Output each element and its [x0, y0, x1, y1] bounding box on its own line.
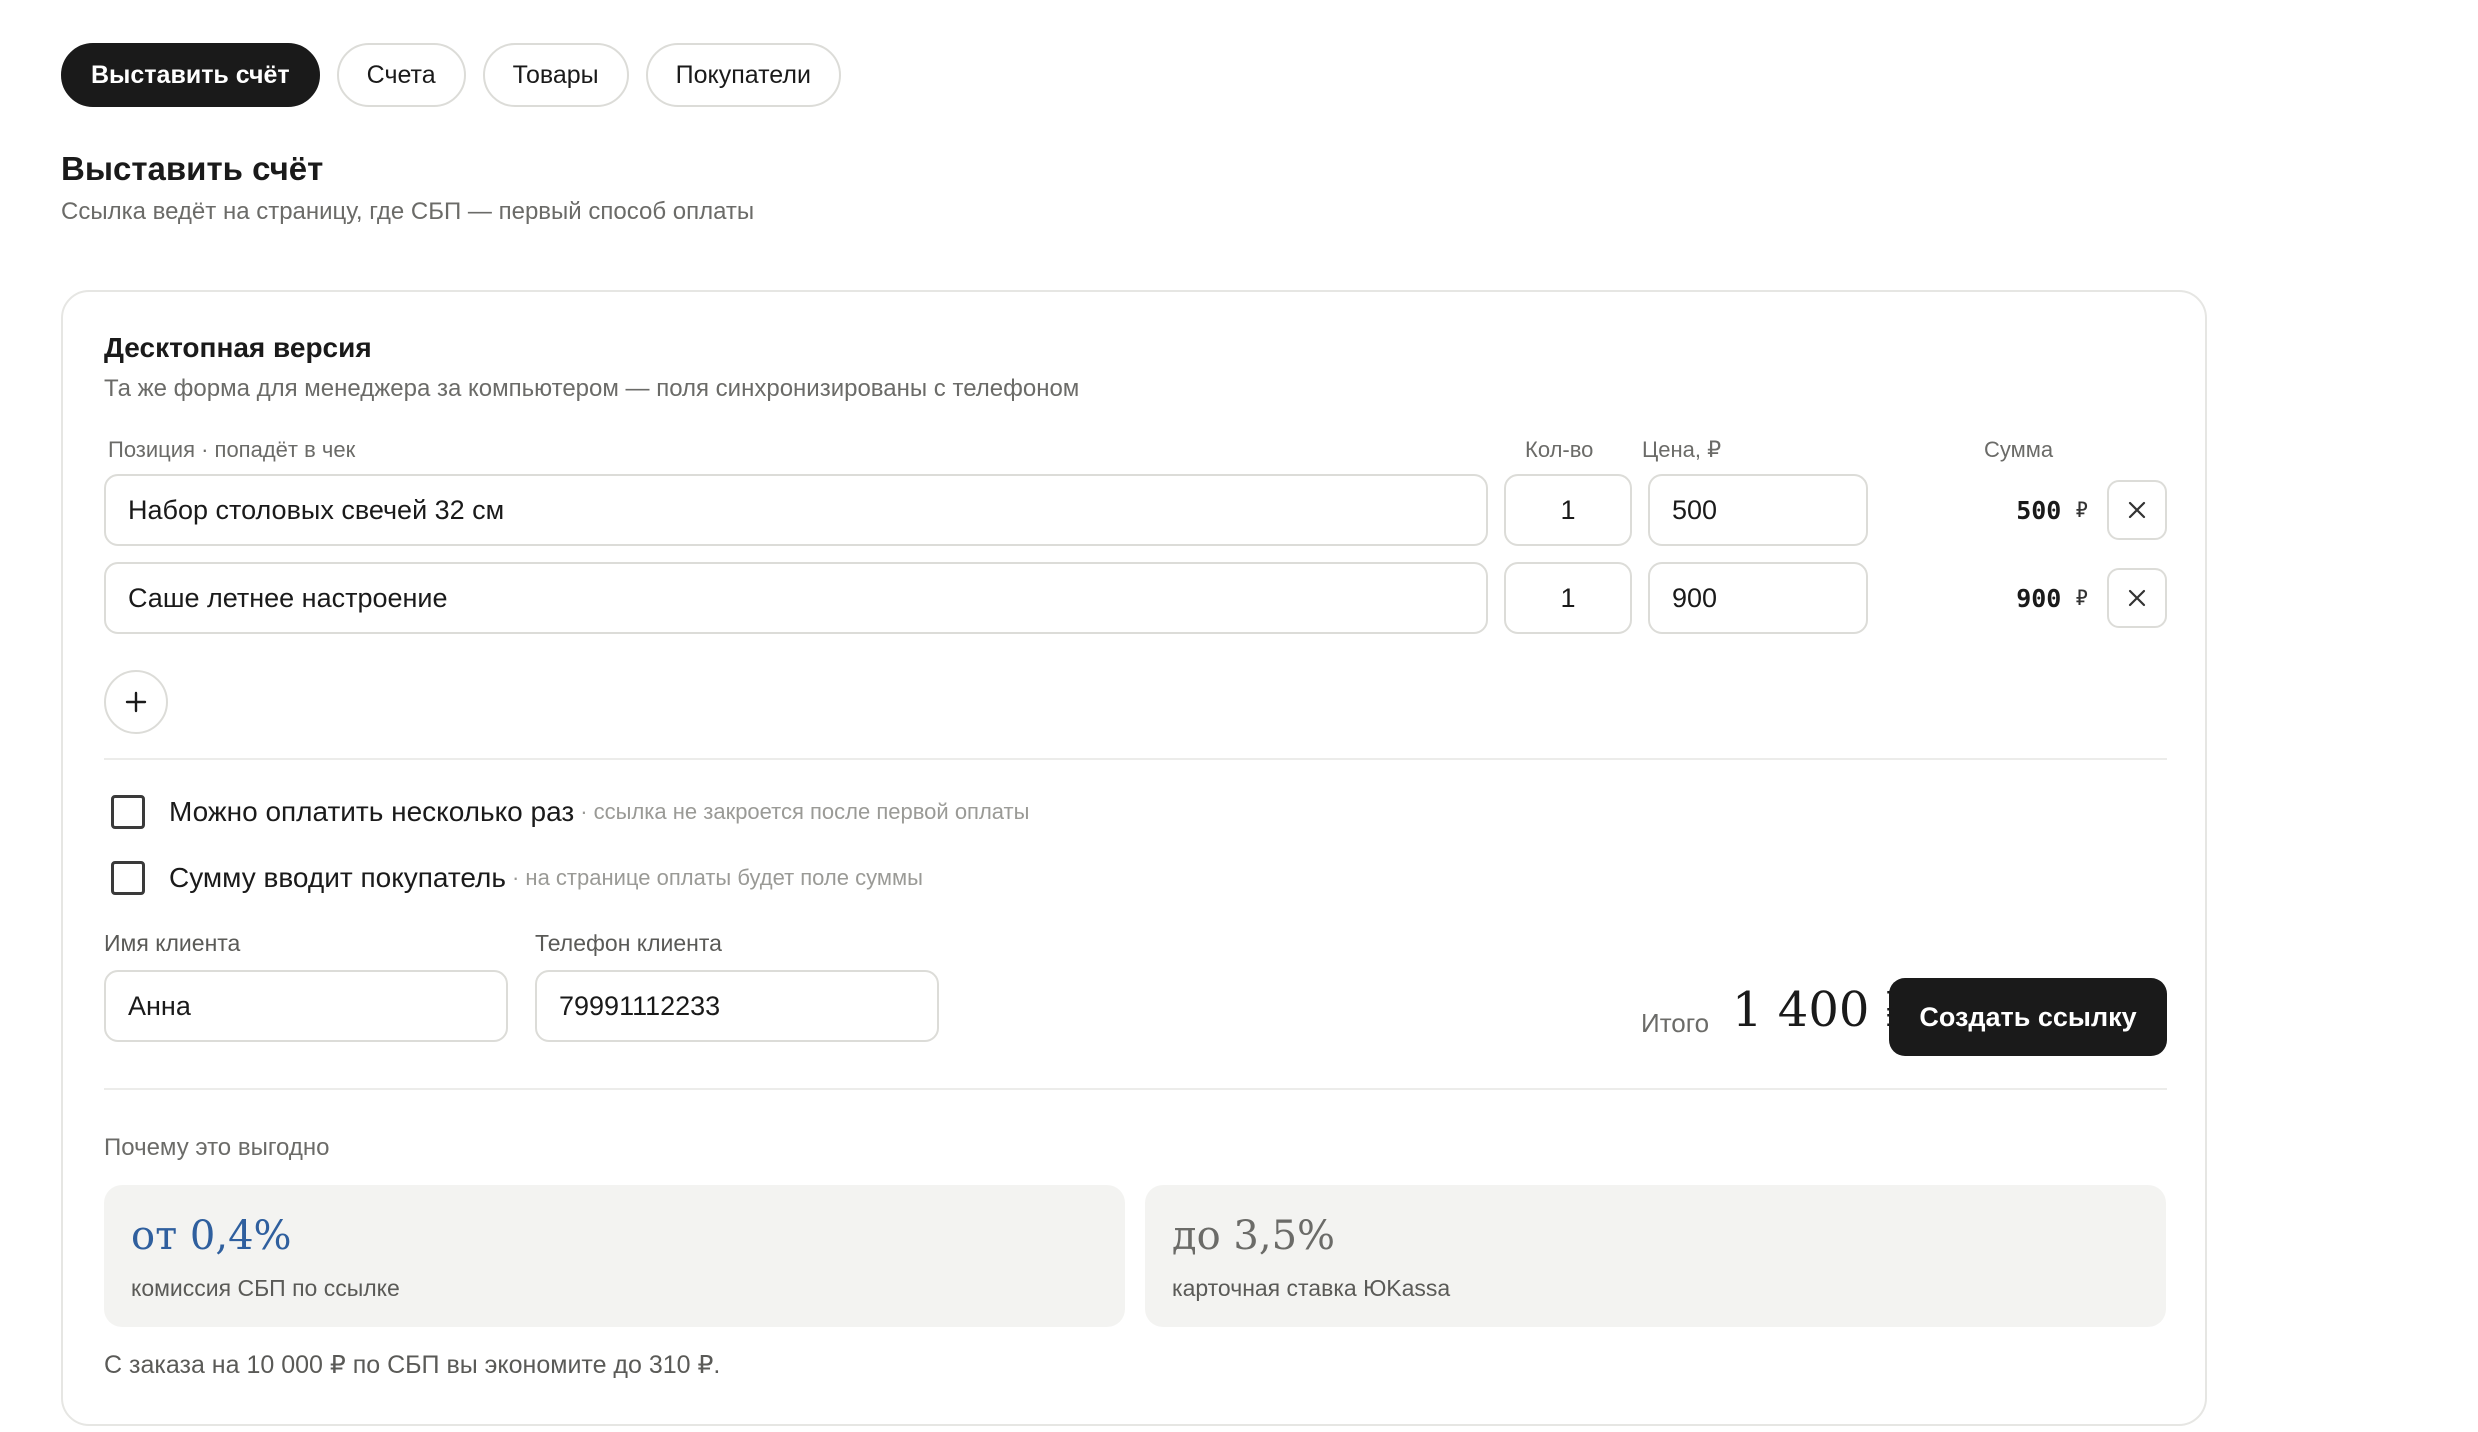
benefit-value: от 0,4% [131, 1213, 292, 1259]
option-label: Сумму вводит покупатель [169, 862, 506, 893]
tab-products[interactable]: Товары [482, 43, 629, 107]
item-sum-value: 900 [2016, 583, 2062, 613]
option-hint: · ссылка не закроется после первой оплат… [580, 799, 1030, 824]
option-buyer-enters-amount[interactable]: Сумму вводит покупатель · на странице оп… [111, 861, 923, 895]
tab-create-invoice[interactable]: Выставить счёт [61, 43, 320, 107]
item-sum-value: 500 [2016, 495, 2062, 525]
desktop-version-card: Десктопная версия Та же форма для менедж… [61, 290, 2207, 1426]
add-item-button[interactable] [104, 670, 168, 734]
benefit-value: до 3,5% [1172, 1213, 1336, 1259]
plus-icon [125, 691, 147, 713]
item-qty-input[interactable]: 1 [1504, 474, 1632, 546]
why-title: Почему это выгодно [104, 1134, 330, 1161]
page-subtitle: Ссылка ведёт на страницу, где СБП — перв… [61, 198, 755, 225]
client-name-label: Имя клиента [104, 930, 241, 956]
column-header-price: Цена, ₽ [1642, 437, 1722, 462]
total-value: 1 400 ₽ [1732, 982, 1916, 1038]
item-name-input[interactable]: Набор столовых свечей 32 см [104, 474, 1488, 546]
close-icon [2128, 589, 2146, 607]
item-price-input[interactable]: 500 [1648, 474, 1868, 546]
item-sum-currency: ₽ [2075, 498, 2088, 522]
item-sum-currency: ₽ [2075, 586, 2088, 610]
column-header-sum: Сумма [1984, 437, 2054, 462]
benefit-caption: карточная ставка ЮKassa [1172, 1275, 1451, 1301]
remove-item-button[interactable] [2107, 568, 2167, 628]
divider [104, 758, 2167, 760]
option-label: Можно оплатить несколько раз [169, 796, 575, 827]
item-sum: 900 ₽ [2016, 562, 2088, 634]
card-title: Десктопная версия [104, 332, 372, 363]
client-name-input[interactable]: Анна [104, 970, 508, 1042]
column-header-position: Позиция · попадёт в чек [108, 437, 356, 462]
item-name-input[interactable]: Саше летнее настроение [104, 562, 1488, 634]
benefit-caption: комиссия СБП по ссылке [131, 1275, 400, 1301]
remove-item-button[interactable] [2107, 480, 2167, 540]
divider [104, 1088, 2167, 1090]
total-label: Итого [1641, 1008, 1710, 1038]
tab-customers[interactable]: Покупатели [645, 43, 841, 107]
close-icon [2128, 501, 2146, 519]
item-sum: 500 ₽ [2016, 474, 2088, 546]
item-price-input[interactable]: 900 [1648, 562, 1868, 634]
option-multiple-payments[interactable]: Можно оплатить несколько раз · ссылка не… [111, 795, 1029, 829]
item-qty-input[interactable]: 1 [1504, 562, 1632, 634]
benefit-sbp: от 0,4% комиссия СБП по ссылке [104, 1185, 1125, 1327]
tab-invoices[interactable]: Счета [336, 43, 466, 107]
benefit-card-rate: до 3,5% карточная ставка ЮKassa [1145, 1185, 2166, 1327]
top-nav: Выставить счёт Счета Товары Покупатели [61, 43, 841, 107]
checkbox[interactable] [111, 861, 145, 895]
client-phone-input[interactable]: 79991112233 [535, 970, 939, 1042]
card-subtitle: Та же форма для менеджера за компьютером… [104, 375, 1080, 402]
checkbox[interactable] [111, 795, 145, 829]
client-phone-label: Телефон клиента [535, 930, 722, 956]
option-hint: · на странице оплаты будет поле суммы [511, 865, 923, 890]
page-title: Выставить счёт [61, 150, 324, 187]
savings-note: С заказа на 10 000 ₽ по СБП вы экономите… [104, 1351, 721, 1379]
column-header-qty: Кол-во [1525, 437, 1594, 462]
create-link-button[interactable]: Создать ссылку [1889, 978, 2167, 1056]
